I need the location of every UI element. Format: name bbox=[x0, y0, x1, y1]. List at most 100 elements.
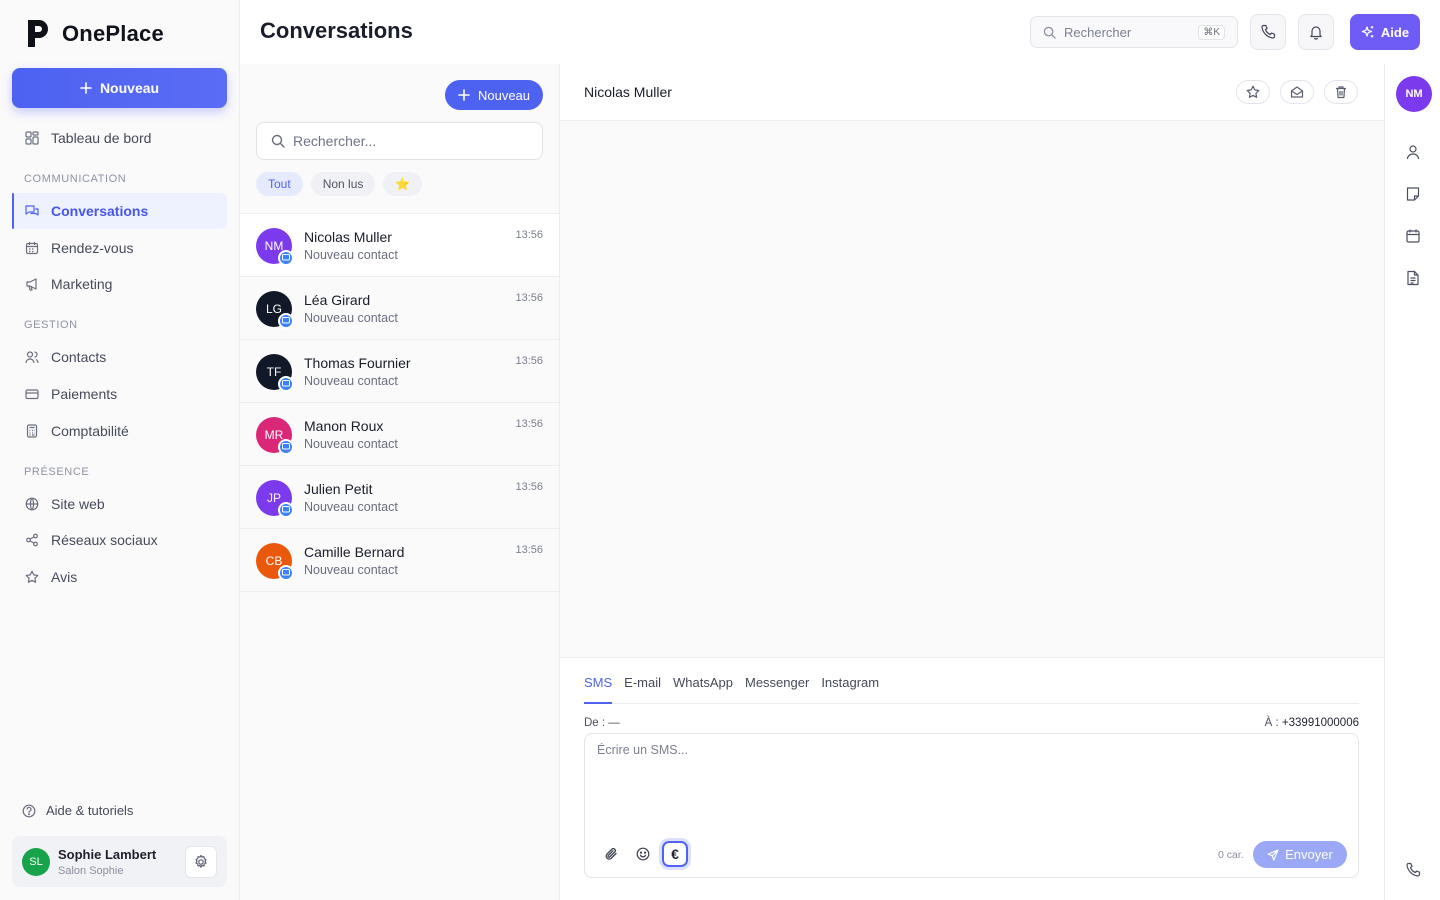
sidebar-item-social[interactable]: Réseaux sociaux bbox=[12, 522, 227, 558]
sidebar-item-contacts[interactable]: Contacts bbox=[12, 339, 227, 375]
conversation-search-input[interactable] bbox=[293, 133, 523, 149]
user-settings-button[interactable] bbox=[185, 846, 217, 878]
message-composer: SMS E-mail WhatsApp Messenger Instagram … bbox=[560, 657, 1384, 900]
sidebar-item-conversations[interactable]: Conversations bbox=[12, 193, 227, 229]
document-icon[interactable] bbox=[1405, 270, 1421, 286]
users-icon bbox=[25, 351, 39, 364]
conversation-row[interactable]: CB Camille Bernard Nouveau contact 13:56 bbox=[240, 529, 559, 592]
help-button[interactable]: Aide bbox=[1350, 14, 1420, 50]
notifications-button[interactable] bbox=[1298, 14, 1334, 50]
filter-unread[interactable]: Non lus bbox=[310, 172, 376, 196]
tab-instagram[interactable]: Instagram bbox=[821, 674, 879, 704]
delete-conversation-button[interactable] bbox=[1324, 80, 1358, 104]
message-icon bbox=[282, 506, 290, 513]
filter-all[interactable]: Tout bbox=[256, 172, 303, 196]
conversation-row[interactable]: MR Manon Roux Nouveau contact 13:56 bbox=[240, 403, 559, 466]
sidebar-item-label: Avis bbox=[51, 569, 78, 586]
section-title-communication: COMMUNICATION bbox=[24, 173, 127, 185]
sidebar-item-label: Marketing bbox=[51, 276, 113, 293]
contact-name: Manon Roux bbox=[304, 418, 384, 434]
help-link-label: Aide & tutoriels bbox=[46, 803, 134, 818]
sidebar-item-website[interactable]: Site web bbox=[12, 486, 227, 522]
top-header: Conversations Rechercher ⌘K Aide bbox=[240, 0, 1440, 64]
calendar-icon[interactable] bbox=[1405, 228, 1421, 244]
character-count: 0 car. bbox=[1218, 849, 1244, 861]
search-icon bbox=[271, 134, 285, 148]
phone-icon[interactable] bbox=[1405, 862, 1421, 878]
message-time: 13:56 bbox=[515, 292, 543, 304]
star-conversation-button[interactable] bbox=[1236, 80, 1270, 104]
filter-starred[interactable]: ⭐ bbox=[383, 172, 423, 196]
contact-name: Nicolas Muller bbox=[304, 229, 392, 245]
sidebar-item-reviews[interactable]: Avis bbox=[12, 559, 227, 595]
global-search[interactable]: Rechercher ⌘K bbox=[1030, 16, 1238, 48]
note-icon[interactable] bbox=[1405, 186, 1421, 202]
sidebar-item-accounting[interactable]: Comptabilité bbox=[12, 413, 227, 449]
help-button-label: Aide bbox=[1380, 24, 1410, 40]
sidebar-item-label: Contacts bbox=[51, 349, 107, 366]
message-box: € 0 car. Envoyer bbox=[584, 733, 1359, 878]
message-time: 13:56 bbox=[515, 481, 543, 493]
sidebar-item-label: Comptabilité bbox=[51, 422, 129, 439]
user-icon[interactable] bbox=[1405, 144, 1421, 160]
conversation-row[interactable]: NM Nicolas Muller Nouveau contact 13:56 bbox=[240, 214, 559, 277]
emoji-button[interactable] bbox=[633, 844, 653, 864]
contact-name: Thomas Fournier bbox=[304, 355, 411, 371]
contact-subtitle: Nouveau contact bbox=[304, 248, 398, 262]
mark-read-button[interactable] bbox=[1280, 80, 1314, 104]
bell-icon bbox=[1310, 26, 1322, 40]
recipient-label: À : bbox=[1264, 717, 1279, 729]
sidebar-item-payments[interactable]: Paiements bbox=[12, 376, 227, 412]
app-name: OnePlace bbox=[62, 20, 164, 46]
message-time: 13:56 bbox=[515, 355, 543, 367]
message-time: 13:56 bbox=[515, 418, 543, 430]
sms-channel-badge bbox=[278, 565, 294, 581]
chat-contact-name: Nicolas Muller bbox=[584, 84, 672, 100]
star-icon bbox=[25, 570, 39, 584]
tab-messenger[interactable]: Messenger bbox=[745, 674, 809, 704]
contact-avatar[interactable]: NM bbox=[1396, 76, 1432, 112]
conversation-search[interactable] bbox=[256, 122, 543, 160]
conversation-rows: NM Nicolas Muller Nouveau contact 13:56 … bbox=[240, 213, 559, 592]
page-title: Conversations bbox=[260, 18, 413, 43]
tab-email[interactable]: E-mail bbox=[624, 674, 661, 704]
send-button[interactable]: Envoyer bbox=[1253, 841, 1347, 868]
attach-button[interactable] bbox=[601, 844, 621, 864]
sidebar-item-appointments[interactable]: Rendez-vous bbox=[12, 230, 227, 266]
share-icon bbox=[26, 534, 38, 547]
message-input[interactable] bbox=[597, 743, 1337, 803]
conversation-row[interactable]: JP Julien Petit Nouveau contact 13:56 bbox=[240, 466, 559, 529]
conversation-row[interactable]: LG Léa Girard Nouveau contact 13:56 bbox=[240, 277, 559, 340]
sender-field[interactable]: De : — bbox=[584, 717, 620, 729]
tab-sms[interactable]: SMS bbox=[584, 674, 613, 704]
message-icon bbox=[282, 443, 290, 450]
sidebar-item-dashboard[interactable]: Tableau de bord bbox=[12, 120, 227, 156]
sender-label: De : bbox=[584, 717, 606, 729]
user-name: Sophie Lambert bbox=[58, 846, 157, 862]
sidebar-item-marketing[interactable]: Marketing bbox=[12, 266, 227, 302]
conversation-row[interactable]: TF Thomas Fournier Nouveau contact 13:56 bbox=[240, 340, 559, 403]
new-button[interactable]: Nouveau bbox=[12, 68, 227, 108]
payment-request-button[interactable]: € bbox=[662, 841, 688, 867]
sms-channel-badge bbox=[278, 502, 294, 518]
app-logo[interactable]: OnePlace bbox=[28, 20, 164, 47]
phone-button[interactable] bbox=[1250, 14, 1286, 50]
plus-icon bbox=[80, 82, 92, 94]
tab-whatsapp[interactable]: WhatsApp bbox=[673, 674, 733, 704]
contact-subtitle: Nouveau contact bbox=[304, 563, 398, 577]
help-tutorials-link[interactable]: Aide & tutoriels bbox=[22, 803, 133, 818]
new-conversation-button[interactable]: Nouveau bbox=[445, 80, 543, 110]
recipient-value: +33991000006 bbox=[1281, 717, 1359, 729]
recipient-field: À : +33991000006 bbox=[1265, 717, 1359, 729]
calendar-icon bbox=[25, 241, 39, 254]
plus-icon bbox=[458, 89, 470, 101]
message-icon bbox=[282, 569, 290, 576]
send-button-label: Envoyer bbox=[1285, 847, 1333, 862]
search-icon bbox=[1043, 26, 1056, 39]
chat-icon bbox=[25, 205, 39, 216]
send-icon bbox=[1267, 848, 1279, 861]
contact-subtitle: Nouveau contact bbox=[304, 374, 398, 388]
sms-channel-badge bbox=[278, 313, 294, 329]
global-search-placeholder: Rechercher bbox=[1064, 24, 1132, 40]
user-card[interactable]: SL Sophie Lambert Salon Sophie bbox=[12, 836, 227, 887]
